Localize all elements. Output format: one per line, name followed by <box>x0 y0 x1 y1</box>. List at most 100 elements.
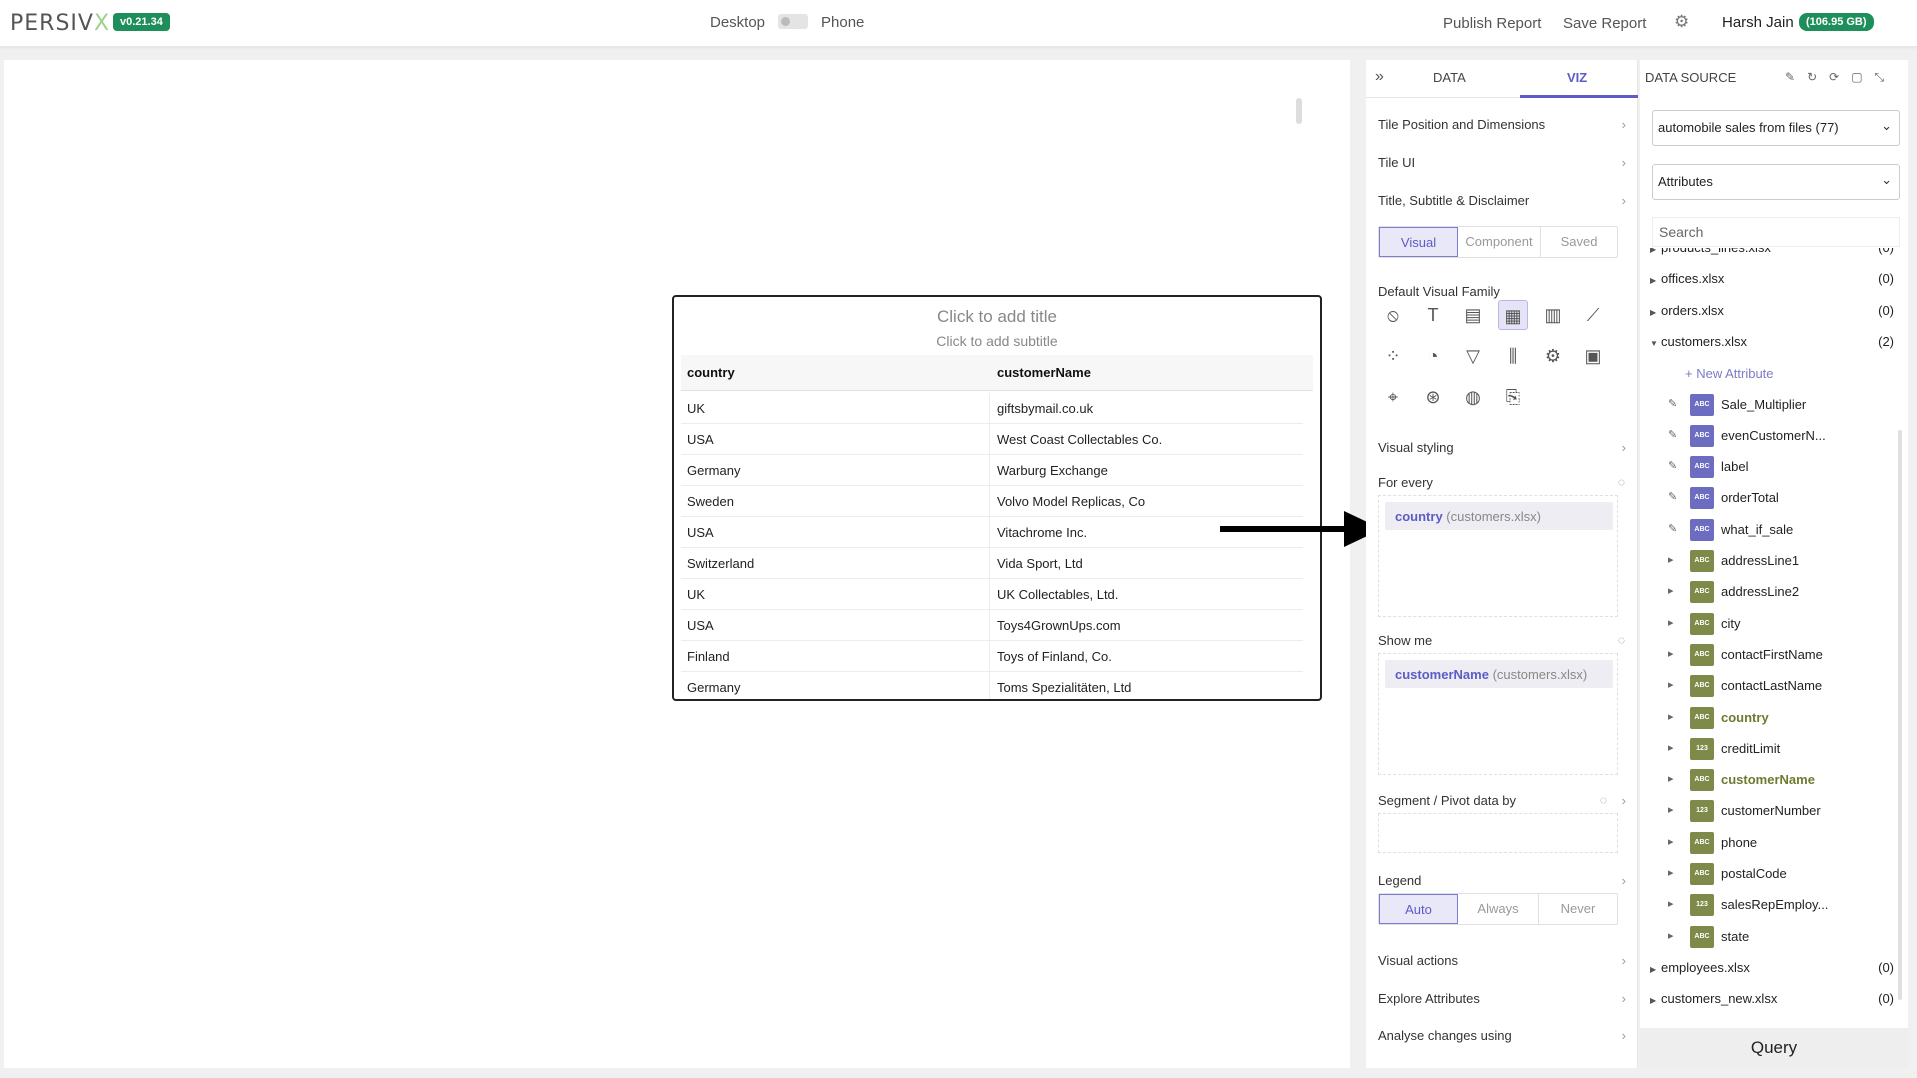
gauge-icon[interactable]: ◍ <box>1458 382 1488 412</box>
caret-right-icon[interactable]: ▸ <box>1668 616 1674 629</box>
mode-visual-button[interactable]: Visual <box>1379 227 1458 257</box>
caret-right-icon[interactable]: ▸ <box>1668 897 1674 910</box>
tile-ui-section[interactable]: Tile UI › <box>1378 155 1626 170</box>
attribute-item[interactable]: ✎ ABC what_if_sale <box>1660 518 1890 543</box>
attribute-item[interactable]: ▸ ABC country <box>1660 706 1890 731</box>
caret-right-icon[interactable]: ▸ <box>1668 741 1674 754</box>
table-row[interactable]: Germany Toms Spezialitäten, Ltd <box>681 672 1303 699</box>
caret-right-icon[interactable]: ▸ <box>1668 553 1674 566</box>
caret-right-icon[interactable]: ▸ <box>1668 584 1674 597</box>
publish-report-button[interactable]: Publish Report <box>1443 15 1541 32</box>
show-me-sync-icon[interactable]: ◌ <box>1618 633 1625 647</box>
caret-right-icon[interactable]: ▸ <box>1668 710 1674 723</box>
table-row[interactable]: UK UK Collectables, Ltd. <box>681 579 1303 610</box>
bar-chart-icon[interactable]: ▥ <box>1538 300 1568 330</box>
table-row[interactable]: Finland Toys of Finland, Co. <box>681 641 1303 672</box>
device-toggle[interactable] <box>778 14 808 29</box>
attribute-item[interactable]: ✎ ABC Sale_Multiplier <box>1660 393 1890 418</box>
attribute-search-input[interactable]: Search <box>1652 217 1900 247</box>
legend-section[interactable]: Legend › <box>1378 873 1626 888</box>
table-row[interactable]: UK giftsbymail.co.uk <box>681 393 1303 424</box>
settings-gear-icon[interactable]: ⚙ <box>1674 12 1689 32</box>
caret-right-icon[interactable]: ▸ <box>1668 835 1674 848</box>
tiles-icon[interactable]: ▣ <box>1578 341 1608 371</box>
caret-right-icon[interactable]: ▸ <box>1668 866 1674 879</box>
attribute-item[interactable]: ▸ ABC state <box>1660 925 1890 950</box>
mode-component-button[interactable]: Component <box>1458 227 1541 257</box>
mode-desktop-label[interactable]: Desktop <box>710 14 765 31</box>
network-icon[interactable]: ⊛ <box>1418 382 1448 412</box>
legend-never-button[interactable]: Never <box>1539 894 1617 924</box>
caret-right-icon[interactable]: ▸ <box>1668 803 1674 816</box>
file-icon[interactable]: ▢ <box>1851 70 1874 84</box>
tree-file-node[interactable]: ▼ customers.xlsx (2) <box>1650 334 1900 349</box>
tab-viz[interactable]: VIZ <box>1567 70 1587 85</box>
table-row[interactable]: USA West Coast Collectables Co. <box>681 424 1303 455</box>
kpi-card-icon[interactable]: ▤ <box>1458 300 1488 330</box>
attribute-item[interactable]: ▸ ABC phone <box>1660 831 1890 856</box>
tree-file-node[interactable]: ▶ offices.xlsx (0) <box>1650 271 1900 286</box>
new-attribute-button[interactable]: + New Attribute <box>1685 366 1774 381</box>
table-row[interactable]: Switzerland Vida Sport, Ltd <box>681 548 1303 579</box>
caret-right-icon[interactable]: ▸ <box>1668 647 1674 660</box>
attribute-item[interactable]: ▸ 123 salesRepEmploy... <box>1660 894 1890 918</box>
line-chart-icon[interactable]: ⟋ <box>1578 300 1608 330</box>
sync-icon[interactable]: ⟳ <box>1829 70 1851 84</box>
mode-phone-label[interactable]: Phone <box>821 14 864 31</box>
gear-icon[interactable]: ⚙ <box>1538 341 1568 371</box>
text-icon[interactable]: T <box>1418 300 1448 330</box>
attribute-item[interactable]: ▸ ABC city <box>1660 612 1890 637</box>
map-icon[interactable]: ⌖ <box>1378 382 1408 412</box>
for-every-sync-icon[interactable]: ◌ <box>1618 475 1625 489</box>
tile-title[interactable]: Click to add title <box>674 307 1320 327</box>
attribute-item[interactable]: ✎ ABC label <box>1660 456 1890 480</box>
segment-sync-icon[interactable]: ◌ <box>1600 793 1607 807</box>
pencil-icon[interactable]: ✎ <box>1668 490 1677 503</box>
attribute-item[interactable]: ▸ ABC postalCode <box>1660 863 1890 887</box>
attribute-item[interactable]: ▸ ABC addressLine2 <box>1660 581 1890 605</box>
refresh-icon[interactable]: ↻ <box>1807 70 1829 84</box>
caret-right-icon[interactable]: ▸ <box>1668 678 1674 691</box>
attribute-item[interactable]: ▸ ABC addressLine1 <box>1660 550 1890 574</box>
tree-file-node[interactable]: ▶products_lines.xlsx (0) <box>1650 248 1900 255</box>
view-select[interactable]: Attributes ⌄ <box>1652 164 1900 200</box>
attribute-item[interactable]: ▸ ABC customerName <box>1660 769 1890 793</box>
collapse-panel-icon[interactable]: » <box>1375 68 1384 86</box>
caret-down-icon[interactable]: ▼ <box>1650 339 1661 348</box>
caret-right-icon[interactable]: ▶ <box>1650 276 1661 285</box>
tile-position-section[interactable]: Tile Position and Dimensions › <box>1378 117 1626 132</box>
table-scrollbar[interactable] <box>1296 98 1302 124</box>
edit-icon[interactable]: ✎ <box>1785 70 1807 84</box>
table-row[interactable]: Sweden Volvo Model Replicas, Co <box>681 486 1303 517</box>
tile-subtitle[interactable]: Click to add subtitle <box>674 333 1320 349</box>
tree-file-node[interactable]: ▶ orders.xlsx (0) <box>1650 303 1900 318</box>
title-subtitle-section[interactable]: Title, Subtitle & Disclaimer › <box>1378 193 1626 208</box>
visual-styling-section[interactable]: Visual styling › <box>1378 440 1626 455</box>
caret-right-icon[interactable]: ▸ <box>1668 772 1674 785</box>
segment-pivot-section[interactable]: Segment / Pivot data by › <box>1378 793 1626 808</box>
scatter-icon[interactable]: ⁘ <box>1378 341 1408 371</box>
legend-auto-button[interactable]: Auto <box>1379 894 1458 924</box>
segment-dropzone[interactable] <box>1378 813 1618 853</box>
tree-file-node[interactable]: ▶ employees.xlsx (0) <box>1650 960 1900 975</box>
show-me-dropzone[interactable]: customerName (customers.xlsx) <box>1378 653 1618 775</box>
user-name[interactable]: Harsh Jain <box>1722 14 1794 31</box>
pencil-icon[interactable]: ✎ <box>1668 428 1677 441</box>
query-button[interactable]: Query <box>1640 1028 1908 1068</box>
caret-right-icon[interactable]: ▶ <box>1650 308 1661 317</box>
pencil-icon[interactable]: ✎ <box>1668 397 1677 410</box>
tree-file-node[interactable]: ▶ customers_new.xlsx (0) <box>1650 991 1900 1006</box>
table-row[interactable]: Germany Warburg Exchange <box>681 455 1303 486</box>
attribute-item[interactable]: ▸ 123 customerNumber <box>1660 800 1890 824</box>
show-me-chip[interactable]: customerName (customers.xlsx) <box>1385 660 1613 688</box>
attribute-item[interactable]: ✎ ABC evenCustomerN... <box>1660 424 1890 449</box>
attribute-item[interactable]: ▸ ABC contactLastName <box>1660 675 1890 699</box>
js-file-icon[interactable]: ⎘ <box>1498 382 1528 412</box>
caret-right-icon[interactable]: ▶ <box>1650 996 1661 1005</box>
collapse-icon[interactable]: ⤡ <box>1875 70 1897 84</box>
table-tile[interactable]: Click to add title Click to add subtitle… <box>672 295 1322 701</box>
column-header-customername[interactable]: customerName <box>997 365 1091 380</box>
table-row[interactable]: USA Vitachrome Inc. <box>681 517 1303 548</box>
attribute-item[interactable]: ▸ 123 creditLimit <box>1660 737 1890 762</box>
data-source-select[interactable]: automobile sales from files (77) ⌄ <box>1652 110 1900 146</box>
